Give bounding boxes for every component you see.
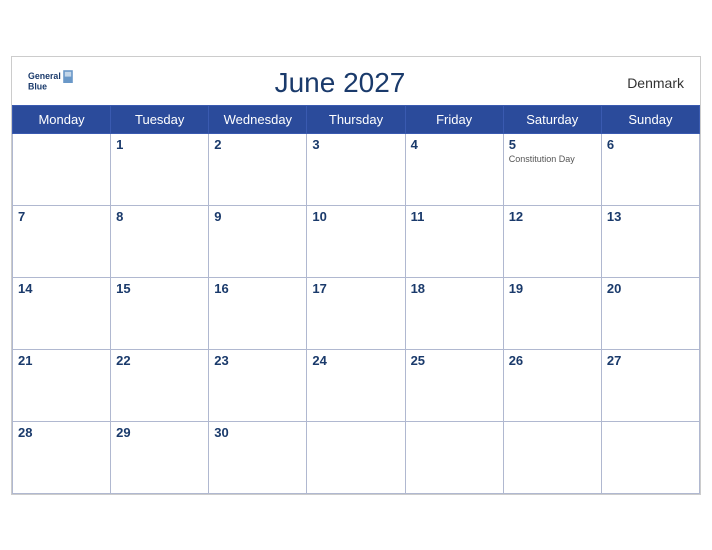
- calendar-cell: 18: [405, 277, 503, 349]
- day-number: 17: [312, 281, 399, 296]
- week-row-2: 789 10 11 12 13: [13, 205, 700, 277]
- calendar-cell: 13: [601, 205, 699, 277]
- day-number: 1: [116, 137, 203, 152]
- weekday-header-wednesday: Wednesday: [209, 105, 307, 133]
- holiday-label: Constitution Day: [509, 154, 596, 165]
- calendar-cell: 23: [209, 349, 307, 421]
- day-number: 14: [18, 281, 105, 296]
- calendar-cell: 9: [209, 205, 307, 277]
- weekday-header-saturday: Saturday: [503, 105, 601, 133]
- calendar-cell: 24: [307, 349, 405, 421]
- calendar-cell: [601, 421, 699, 493]
- day-number: 9: [214, 209, 301, 224]
- calendar-cell: 20: [601, 277, 699, 349]
- calendar-cell: [503, 421, 601, 493]
- day-number: 10: [312, 209, 399, 224]
- calendar-cell: 7: [13, 205, 111, 277]
- calendar-cell: 4: [405, 133, 503, 205]
- calendar-cell: 27: [601, 349, 699, 421]
- calendar-cell: 22: [111, 349, 209, 421]
- weekday-header-row: MondayTuesdayWednesdayThursdayFridaySatu…: [13, 105, 700, 133]
- day-number: 30: [214, 425, 301, 440]
- calendar-cell: [13, 133, 111, 205]
- day-number: 7: [18, 209, 105, 224]
- calendar-cell: 19: [503, 277, 601, 349]
- weekday-header-friday: Friday: [405, 105, 503, 133]
- calendar-cell: 25: [405, 349, 503, 421]
- calendar-cell: 26: [503, 349, 601, 421]
- calendar-cell: 12: [503, 205, 601, 277]
- calendar-cell: 10: [307, 205, 405, 277]
- calendar-cell: 30: [209, 421, 307, 493]
- day-number: 26: [509, 353, 596, 368]
- calendar-cell: 29: [111, 421, 209, 493]
- day-number: 27: [607, 353, 694, 368]
- svg-text:General: General: [28, 71, 61, 81]
- calendar-cell: 2: [209, 133, 307, 205]
- day-number: 15: [116, 281, 203, 296]
- calendar-cell: [405, 421, 503, 493]
- day-number: 5: [509, 137, 596, 152]
- country-label: Denmark: [604, 75, 684, 91]
- calendar-cell: [307, 421, 405, 493]
- week-row-3: 14 15 16 17 18 19 20: [13, 277, 700, 349]
- logo-area: General Blue: [28, 68, 76, 98]
- weekday-header-tuesday: Tuesday: [111, 105, 209, 133]
- calendar-header: General Blue June 2027 Denmark: [12, 57, 700, 105]
- day-number: 22: [116, 353, 203, 368]
- day-number: 8: [116, 209, 203, 224]
- calendar-cell: 21: [13, 349, 111, 421]
- day-number: 28: [18, 425, 105, 440]
- day-number: 29: [116, 425, 203, 440]
- day-number: 25: [411, 353, 498, 368]
- calendar-cell: 11: [405, 205, 503, 277]
- day-number: 20: [607, 281, 694, 296]
- svg-text:Blue: Blue: [28, 81, 47, 91]
- generalblue-logo: General Blue: [28, 68, 76, 98]
- day-number: 13: [607, 209, 694, 224]
- calendar-thead: MondayTuesdayWednesdayThursdayFridaySatu…: [13, 105, 700, 133]
- week-row-5: 28 29 30: [13, 421, 700, 493]
- calendar-cell: 6: [601, 133, 699, 205]
- day-number: 4: [411, 137, 498, 152]
- calendar-cell: 17: [307, 277, 405, 349]
- calendar-cell: 15: [111, 277, 209, 349]
- calendar-cell: 14: [13, 277, 111, 349]
- weekday-header-monday: Monday: [13, 105, 111, 133]
- day-number: 23: [214, 353, 301, 368]
- day-number: 24: [312, 353, 399, 368]
- weekday-header-thursday: Thursday: [307, 105, 405, 133]
- day-number: 2: [214, 137, 301, 152]
- calendar-cell: 1: [111, 133, 209, 205]
- day-number: 16: [214, 281, 301, 296]
- week-row-1: 12345 Constitution Day 6: [13, 133, 700, 205]
- day-number: 3: [312, 137, 399, 152]
- day-number: 19: [509, 281, 596, 296]
- calendar-container: General Blue June 2027 Denmark MondayTue…: [11, 56, 701, 495]
- calendar-title: June 2027: [275, 67, 406, 99]
- calendar-cell: 3: [307, 133, 405, 205]
- calendar-cell: 16: [209, 277, 307, 349]
- week-row-4: 21 22 23 24 25 26 27: [13, 349, 700, 421]
- calendar-body: 12345Constitution Day6789101112131415161…: [13, 133, 700, 493]
- day-number: 21: [18, 353, 105, 368]
- day-number: 6: [607, 137, 694, 152]
- calendar-table: MondayTuesdayWednesdayThursdayFridaySatu…: [12, 105, 700, 494]
- day-number: 12: [509, 209, 596, 224]
- calendar-cell: 5 Constitution Day: [503, 133, 601, 205]
- day-number: 11: [411, 209, 498, 224]
- weekday-header-sunday: Sunday: [601, 105, 699, 133]
- calendar-cell: 8: [111, 205, 209, 277]
- calendar-cell: 28: [13, 421, 111, 493]
- day-number: 18: [411, 281, 498, 296]
